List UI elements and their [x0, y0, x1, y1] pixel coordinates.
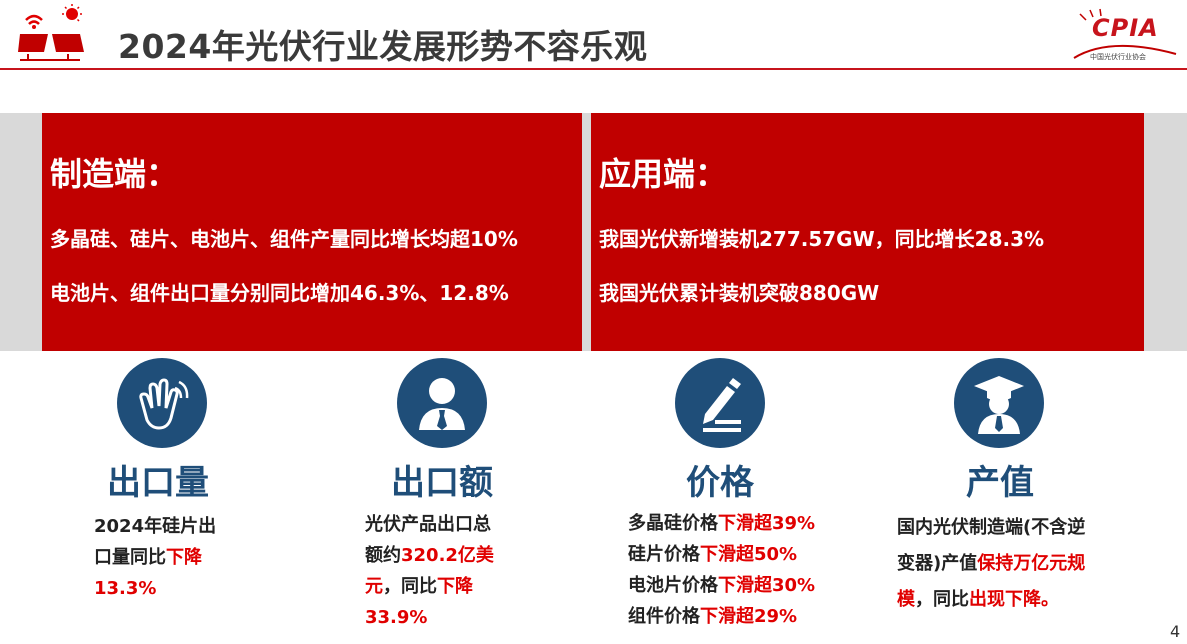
export-value-line-3: 元，同比下降 [365, 576, 473, 597]
export-volume-line-3: 13.3% [94, 578, 157, 599]
application-panel: 应用端： 我国光伏新增装机277.57GW，同比增长28.3% 我国光伏累计装机… [591, 113, 1144, 351]
export-volume-title: 出口量 [107, 463, 209, 503]
page-title: 2024年光伏行业发展形势不容乐观 [118, 27, 648, 66]
cpia-logo-subtitle: 中国光伏行业协会 [1090, 53, 1146, 61]
price-title: 价格 [686, 463, 754, 503]
manufacturing-line-1: 多晶硅、硅片、电池片、组件产量同比增长均超10% [50, 227, 518, 251]
export-volume-text: 2024年硅片出 口量同比下降 13.3% [94, 511, 216, 604]
solar-panel-logo-icon [18, 4, 84, 61]
price-line-cell: 电池片价格下滑超30% [628, 575, 816, 596]
output-value-line-2: 变器)产值保持万亿元规 [897, 553, 1086, 574]
export-value-line-1: 光伏产品出口总 [365, 514, 491, 535]
export-value-line-2: 额约320.2亿美 [365, 545, 494, 566]
manufacturing-line-2: 电池片、组件出口量分别同比增加46.3%、12.8% [50, 281, 509, 305]
clapping-hands-icon [117, 358, 207, 448]
manufacturing-heading: 制造端： [50, 155, 179, 193]
export-value-text: 光伏产品出口总 额约320.2亿美 元，同比下降 33.9% [365, 509, 494, 633]
export-value-line-4: 33.9% [365, 607, 428, 628]
output-value-text: 国内光伏制造端(不含逆 变器)产值保持万亿元规 模，同比出现下降。 [897, 510, 1085, 618]
output-value-line-3: 模，同比出现下降。 [897, 589, 1059, 610]
application-line-1: 我国光伏新增装机277.57GW，同比增长28.3% [599, 227, 1045, 251]
export-volume-line-2: 口量同比下降 [94, 547, 202, 568]
output-value-line-1: 国内光伏制造端(不含逆 [897, 517, 1086, 538]
application-heading: 应用端： [599, 155, 728, 193]
application-line-2: 我国光伏累计装机突破880GW [599, 281, 880, 305]
pencil-icon [675, 358, 765, 448]
price-text: 多晶硅价格下滑超39% 硅片价格下滑超50% 电池片价格下滑超30% 组件价格下… [628, 508, 815, 632]
graduate-icon [954, 358, 1044, 448]
price-line-polysilicon: 多晶硅价格下滑超39% [628, 513, 816, 534]
cpia-logo-text: CPIA [1092, 14, 1159, 42]
page-number: 4 [1170, 622, 1181, 641]
export-volume-line-1: 2024年硅片出 [94, 516, 217, 537]
manufacturing-panel: 制造端： 多晶硅、硅片、电池片、组件产量同比增长均超10% 电池片、组件出口量分… [42, 113, 582, 351]
price-line-wafer: 硅片价格下滑超50% [628, 544, 798, 565]
export-value-title: 出口额 [391, 463, 493, 503]
output-value-title: 产值 [966, 463, 1034, 503]
header-divider [0, 68, 1187, 70]
businessman-icon [397, 358, 487, 448]
price-line-module: 组件价格下滑超29% [628, 606, 798, 627]
